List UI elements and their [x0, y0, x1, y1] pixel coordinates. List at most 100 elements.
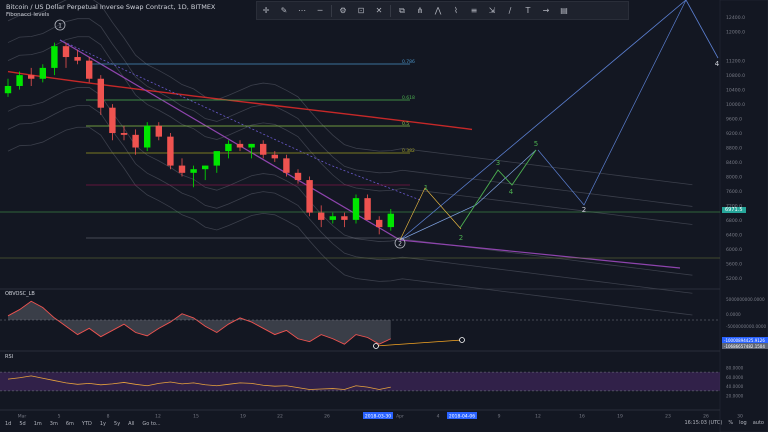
time-axis-label: 22: [277, 414, 283, 420]
candle-body[interactable]: [306, 180, 313, 213]
elliott-icon[interactable]: ⌇: [449, 4, 463, 18]
trash-icon[interactable]: ✕: [372, 4, 386, 18]
time-axis-label: 2018-03-30: [365, 414, 391, 420]
candle-body[interactable]: [51, 46, 58, 68]
time-axis-label: Mar: [18, 414, 27, 420]
candle-body[interactable]: [236, 143, 244, 148]
candle-body[interactable]: [4, 85, 12, 94]
pitchfork-icon[interactable]: ⋔: [413, 4, 427, 18]
price-tick-label: 12400.0: [726, 15, 745, 21]
more-icon[interactable]: ▤: [557, 4, 571, 18]
rsi-indicator-label[interactable]: RSI: [5, 354, 13, 360]
time-axis-label: 19: [240, 414, 246, 420]
log-toggle[interactable]: log: [739, 420, 747, 426]
toolbar-separator: [390, 4, 391, 17]
obv-indicator-label[interactable]: OBVOSC_LB: [5, 291, 35, 297]
timeframe-button[interactable]: 5y: [111, 420, 123, 428]
obv-pivot-marker: [459, 337, 465, 343]
candle-body[interactable]: [225, 143, 232, 152]
price-tick-label: 8400.0: [726, 160, 742, 166]
candle-body[interactable]: [364, 198, 371, 220]
text-icon[interactable]: T: [521, 4, 535, 18]
drawing-toolbar: ✛ ✎ ⋯ ─ ⚙ ⊡ ✕ ⧉ ⋔ ⋀ ⌇ ≡ ⇲ ∕ T → ▤: [256, 1, 629, 20]
candle-body[interactable]: [329, 216, 336, 220]
timeframe-button[interactable]: 3m: [47, 420, 61, 428]
measure-icon[interactable]: ⇲: [485, 4, 499, 18]
copy-icon[interactable]: ⧉: [395, 4, 409, 18]
candle-body[interactable]: [283, 158, 290, 173]
candle-body[interactable]: [86, 60, 93, 79]
time-axis-label: 19: [617, 414, 623, 420]
line-style-icon[interactable]: ⋯: [295, 4, 309, 18]
line-width-icon[interactable]: ─: [313, 4, 327, 18]
candle-body[interactable]: [202, 165, 209, 170]
timeframe-button[interactable]: 1y: [97, 420, 109, 428]
time-axis-label: 8: [107, 414, 110, 420]
price-tick-label: 10000.0: [726, 102, 745, 108]
time-axis-label: 5: [58, 414, 61, 420]
fib-indicator-label[interactable]: Fibonacci levels: [6, 12, 49, 18]
candle-body[interactable]: [132, 134, 139, 148]
auto-toggle[interactable]: auto: [753, 420, 764, 426]
candle-body[interactable]: [120, 133, 128, 135]
pattern-icon[interactable]: ⋀: [431, 4, 445, 18]
settings-icon[interactable]: ⚙: [336, 4, 350, 18]
candle-body[interactable]: [97, 78, 104, 108]
current-price-label: 6971.5: [722, 207, 746, 213]
symbol-title[interactable]: Bitcoin / US Dollar Perpetual Inverse Sw…: [6, 3, 215, 11]
price-tick-label: 6400.0: [726, 232, 742, 238]
wave-label-1: 1: [424, 184, 428, 192]
lock-icon[interactable]: ⊡: [354, 4, 368, 18]
time-axis-label: 4: [437, 414, 440, 420]
timeframe-button[interactable]: YTD: [79, 420, 95, 428]
wave-label-5: 5: [534, 140, 538, 148]
candle-body[interactable]: [213, 151, 220, 166]
candle-body[interactable]: [190, 169, 197, 173]
price-tick-label: 10400.0: [726, 88, 745, 94]
candle-body[interactable]: [178, 165, 186, 173]
candle-body[interactable]: [352, 198, 360, 220]
chart-root: 12400.0 12000.0 11200.0 10800.0 10400.0 10000…: [0, 0, 768, 432]
candle-body[interactable]: [387, 213, 394, 228]
obv-value-label: -10686657482.1504: [724, 344, 765, 349]
candle-body[interactable]: [318, 212, 325, 220]
candle-body[interactable]: [341, 216, 348, 220]
candle-body[interactable]: [109, 107, 116, 134]
price-tick-label: 5600.0: [726, 261, 742, 267]
fib-icon[interactable]: ≡: [467, 4, 481, 18]
candle-body[interactable]: [155, 125, 162, 137]
rsi-band: [0, 372, 720, 391]
candle-body[interactable]: [62, 46, 70, 58]
cursor-icon[interactable]: ✛: [259, 4, 273, 18]
candle-body[interactable]: [167, 136, 174, 166]
timeframe-button[interactable]: Go to...: [139, 420, 163, 428]
candle-body[interactable]: [39, 67, 46, 79]
time-axis-label: 23: [665, 414, 671, 420]
wave-label-2: 2: [459, 234, 463, 242]
candle-body[interactable]: [144, 125, 151, 148]
timeframe-button[interactable]: 5d: [16, 420, 28, 428]
price-tick-label: 12000.0: [726, 30, 745, 36]
time-axis-label: 12: [535, 414, 541, 420]
timeframe-button[interactable]: 1d: [2, 420, 14, 428]
main-chart-svg[interactable]: 12400.0 12000.0 11200.0 10800.0 10400.0 10000…: [0, 0, 768, 432]
timeframe-button[interactable]: 1m: [31, 420, 45, 428]
candle-body[interactable]: [260, 143, 267, 155]
percent-toggle[interactable]: %: [728, 420, 733, 426]
pen-icon[interactable]: ✎: [277, 4, 291, 18]
utc-clock[interactable]: 16:15:03 (UTC): [684, 420, 722, 426]
timeframe-button[interactable]: 6m: [63, 420, 77, 428]
candle-body[interactable]: [28, 75, 35, 79]
candle-body[interactable]: [74, 57, 81, 61]
candle-body[interactable]: [376, 219, 383, 228]
brush-icon[interactable]: ∕: [503, 4, 517, 18]
timeframe-button[interactable]: All: [125, 420, 137, 428]
price-tick-label: 6000.0: [726, 247, 742, 253]
candle-body[interactable]: [271, 154, 278, 159]
candle-body[interactable]: [248, 143, 255, 148]
candle-body[interactable]: [294, 172, 302, 181]
candle-body[interactable]: [16, 75, 23, 86]
price-tick-label: 8000.0: [726, 174, 742, 180]
arrow-icon[interactable]: →: [539, 4, 553, 18]
price-tick-label: 5200.0: [726, 276, 742, 282]
